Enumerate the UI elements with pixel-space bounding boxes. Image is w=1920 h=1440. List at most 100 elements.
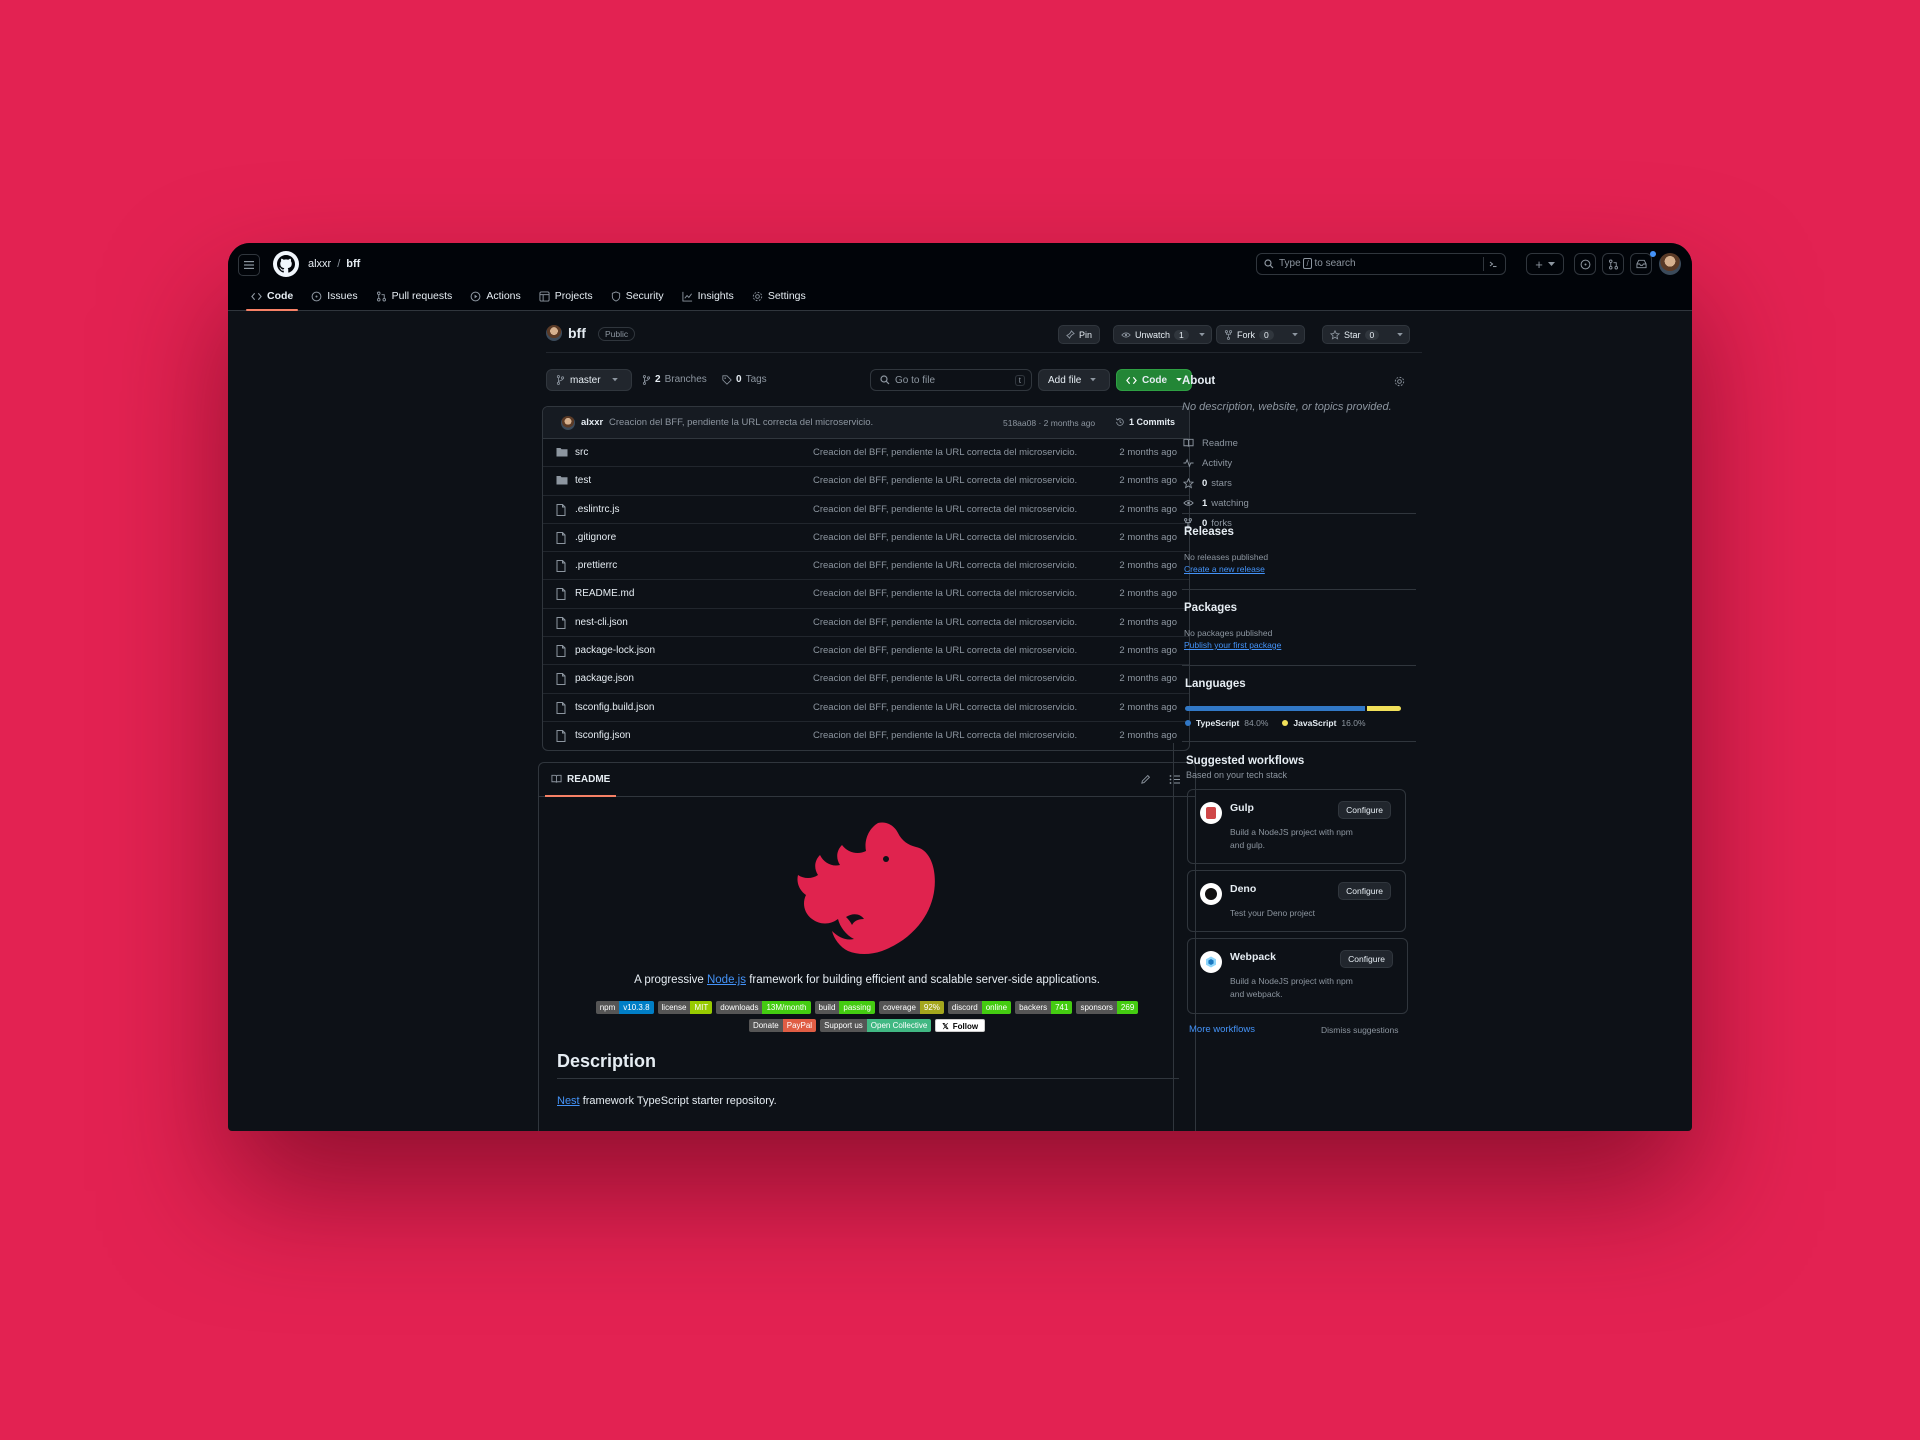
configure-button[interactable]: Configure [1340,950,1393,968]
shield-badge[interactable]: npm v10.3.8 [595,1001,654,1014]
publish-package-link[interactable]: Publish your first package [1184,640,1281,650]
add-file-button[interactable]: Add file [1038,369,1110,391]
about-item[interactable]: 0 stars [1182,473,1249,493]
inbox-button[interactable] [1630,253,1652,275]
hamburger-menu-button[interactable] [238,254,260,276]
table-row[interactable]: package-lock.json Creacion del BFF, pendi… [543,637,1189,666]
table-row[interactable]: nest-cli.json Creacion del BFF, pendiente… [543,609,1189,638]
tab-code[interactable]: Code [242,281,302,311]
dismiss-suggestions-link[interactable]: Dismiss suggestions [1321,1025,1398,1035]
readme-tab[interactable]: README [545,763,617,797]
table-row[interactable]: tsconfig.build.json Creacion del BFF, pen… [543,694,1189,722]
tab-issues[interactable]: Issues [302,281,366,311]
issues-button[interactable] [1574,253,1596,275]
create-new-button[interactable]: + [1526,253,1564,275]
shield-badge[interactable]: discord online [947,1001,1012,1014]
tab-projects[interactable]: Projects [530,281,602,311]
shield-badge[interactable]: license MIT [657,1001,713,1014]
file-name[interactable]: package-lock.json [575,645,655,656]
fork-icon [1224,329,1233,340]
commit-message[interactable]: Creacion del BFF, pendiente la URL corre… [609,417,873,428]
more-workflows-link[interactable]: More workflows [1189,1024,1255,1035]
tab-settings[interactable]: Settings [743,281,815,311]
search-input[interactable]: Type / to search [1256,253,1506,275]
github-logo-icon[interactable] [273,251,299,277]
file-commit-message[interactable]: Creacion del BFF, pendiente la URL corre… [813,673,1088,684]
file-commit-message[interactable]: Creacion del BFF, pendiente la URL corre… [813,532,1088,543]
table-row[interactable]: README.md Creacion del BFF, pendiente la … [543,580,1189,609]
file-name[interactable]: tsconfig.build.json [575,702,655,713]
file-commit-message[interactable]: Creacion del BFF, pendiente la URL corre… [813,645,1088,656]
shield-badge[interactable]: downloads 13M/month [716,1001,811,1014]
table-row[interactable]: src Creacion del BFF, pendiente la URL co… [543,439,1189,468]
pin-button[interactable]: Pin [1058,325,1101,344]
file-name[interactable]: .eslintrc.js [575,504,619,515]
file-commit-message[interactable]: Creacion del BFF, pendiente la URL corre… [813,617,1088,628]
language-legend-item[interactable]: TypeScript 84.0% [1185,718,1268,728]
command-palette-icon[interactable] [1483,257,1499,271]
file-name[interactable]: test [575,475,591,486]
shield-badge[interactable]: Support us Open Collective [820,1019,932,1032]
user-avatar[interactable] [1659,253,1681,275]
configure-button[interactable]: Configure [1338,801,1391,819]
file-commit-message[interactable]: Creacion del BFF, pendiente la URL corre… [813,702,1088,713]
table-row[interactable]: test Creacion del BFF, pendiente la URL c… [543,467,1189,496]
commit-author[interactable]: alxxr [581,417,603,428]
file-commit-message[interactable]: Creacion del BFF, pendiente la URL corre… [813,447,1088,458]
pencil-icon[interactable] [1140,774,1151,785]
shield-badge[interactable]: coverage 92% [878,1001,944,1014]
gear-icon[interactable] [1394,376,1405,387]
branch-selector[interactable]: master [546,369,632,391]
shield-badge[interactable]: sponsors 269 [1076,1001,1139,1014]
about-item[interactable]: 1 watching [1182,493,1249,513]
code-button[interactable]: Code [1116,369,1192,391]
file-commit-message[interactable]: Creacion del BFF, pendiente la URL corre… [813,504,1088,515]
tab-security[interactable]: Security [602,281,673,311]
tab-pull-requests[interactable]: Pull requests [367,281,462,311]
table-row[interactable]: .eslintrc.js Creacion del BFF, pendiente … [543,496,1189,524]
star-button[interactable]: Star 0 [1322,325,1411,344]
file-commit-message[interactable]: Creacion del BFF, pendiente la URL corre… [813,560,1088,571]
file-name[interactable]: package.json [575,673,634,684]
shield-badge[interactable]: backers 741 [1015,1001,1073,1014]
commit-hash-time[interactable]: 518aa08 · 2 months ago [1003,418,1095,428]
owner-link[interactable]: alxxr [308,258,331,270]
file-name[interactable]: README.md [575,588,634,599]
repo-link[interactable]: bff [346,258,360,270]
table-row[interactable]: package.json Creacion del BFF, pendiente … [543,665,1189,694]
about-item[interactable]: Activity [1182,453,1249,473]
file-name[interactable]: nest-cli.json [575,617,628,628]
tags-link[interactable]: 0 Tags [722,374,767,385]
language-legend-item[interactable]: JavaScript 16.0% [1282,718,1366,728]
configure-button[interactable]: Configure [1338,882,1391,900]
file-commit-message[interactable]: Creacion del BFF, pendiente la URL corre… [813,588,1088,599]
shield-badge[interactable]: Donate PayPal [748,1019,817,1032]
about-count: 1 [1202,497,1208,509]
unwatch-button[interactable]: Unwatch 1 [1113,325,1212,344]
x-follow-badge[interactable]: 𝕏 Follow [935,1019,986,1032]
table-row[interactable]: .prettierrc Creacion del BFF, pendiente l… [543,552,1189,581]
list-unordered-icon[interactable] [1169,774,1181,785]
file-name[interactable]: src [575,447,588,458]
workflow-name: Gulp [1230,802,1254,814]
file-name[interactable]: .prettierrc [575,560,617,571]
branches-link[interactable]: 2 Branches [642,374,707,385]
file-name[interactable]: .gitignore [575,532,616,543]
create-release-link[interactable]: Create a new release [1184,564,1265,574]
fork-button[interactable]: Fork 0 [1216,325,1305,344]
tab-actions[interactable]: Actions [461,281,529,311]
file-commit-message[interactable]: Creacion del BFF, pendiente la URL corre… [813,475,1088,486]
file-commit-message[interactable]: Creacion del BFF, pendiente la URL corre… [813,730,1088,741]
file-name[interactable]: tsconfig.json [575,730,631,741]
repo-title[interactable]: bff [568,325,586,341]
commits-link[interactable]: 1 Commits [1115,417,1175,427]
tab-insights[interactable]: Insights [673,281,743,311]
pull-requests-button[interactable] [1602,253,1624,275]
go-to-file-input[interactable]: Go to file t [870,369,1032,391]
about-item[interactable]: Readme [1182,433,1249,453]
table-row[interactable]: .gitignore Creacion del BFF, pendiente la… [543,524,1189,553]
shield-badge[interactable]: build passing [814,1001,875,1014]
nodejs-link[interactable]: Node.js [707,974,746,986]
table-row[interactable]: tsconfig.json Creacion del BFF, pendiente… [543,722,1189,750]
nest-link[interactable]: Nest [557,1095,580,1107]
